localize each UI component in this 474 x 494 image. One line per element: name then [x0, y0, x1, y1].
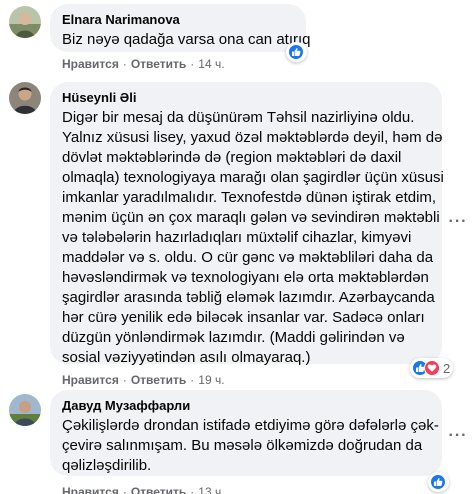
comment: Hüseynli Əli Digər bir mesaj da düşünürə… — [0, 80, 474, 387]
separator: · — [190, 57, 195, 71]
comment-line: Yalnız xüsusi lisey, yaxud özəl məktəblə… — [62, 129, 443, 146]
separator: · — [122, 373, 127, 387]
comment-line: imkanlar yaradılmalıdır. Texnofestdə dün… — [62, 189, 437, 206]
reply-button[interactable]: Ответить — [131, 484, 186, 494]
comment-actions: Нравится · Ответить · 19 ч. — [62, 372, 225, 388]
avatar[interactable] — [9, 82, 41, 114]
timestamp[interactable]: 19 ч. — [198, 372, 224, 388]
comment-bubble: Elnara Narimanova Biz nəyə qadağa varsa … — [50, 4, 311, 52]
comment: Давуд Музаффарли Çəkilişlərdə drondan is… — [0, 388, 474, 494]
thumbs-up-icon — [288, 44, 304, 60]
thumbs-up-icon — [430, 474, 446, 490]
comment-line: şagirdlər arasında təbliğ eləmək lazımdı… — [62, 289, 435, 306]
separator: · — [122, 57, 127, 71]
comment-line: Digər bir mesaj da düşünürəm Təhsil nazi… — [62, 109, 415, 126]
reaction-summary[interactable] — [286, 42, 307, 62]
comment-bubble: Давуд Музаффарли Çəkilişlərdə drondan is… — [50, 390, 442, 476]
comment-actions: Нравится · Ответить · 13 ч. — [62, 484, 225, 494]
comment-line: və tələbələrin hazırladıqları müxtəlif c… — [62, 229, 412, 246]
more-options-icon[interactable]: ··· — [446, 424, 470, 448]
comment-line: mənim üçün ən çox maraqlı gələn və sevin… — [62, 209, 440, 226]
comment-author[interactable]: Давуд Музаффарли — [62, 398, 430, 414]
comment-line: həvəsləndirmək və texnologiyanı elə orta… — [62, 269, 429, 286]
like-button[interactable]: Нравится — [62, 372, 119, 388]
reply-button[interactable]: Ответить — [131, 56, 186, 72]
comment-line: çevirə salınmışam. Bu məsələ ölkəmizdə d… — [62, 437, 423, 454]
comment-line: sosial vəziyyətindən asılı olmayaraq.) — [62, 349, 311, 366]
heart-icon — [424, 360, 440, 376]
comment: Elnara Narimanova Biz nəyə qadağa varsa … — [0, 0, 474, 80]
avatar[interactable] — [9, 6, 41, 38]
comment-line: Biz nəyə qadağa varsa ona can atırıq — [62, 31, 311, 48]
comment-line: olmaqla) texnologiyaya marağı olan şagir… — [62, 169, 444, 186]
timestamp[interactable]: 14 ч. — [198, 56, 224, 72]
comment-bubble: Hüseynli Əli Digər bir mesaj da düşünürə… — [50, 82, 444, 366]
timestamp[interactable]: 13 ч. — [198, 484, 224, 494]
reply-button[interactable]: Ответить — [131, 372, 186, 388]
comment-line: hər cürə yenilik edə biləcək insanlar va… — [62, 309, 425, 326]
comment-actions: Нравится · Ответить · 14 ч. — [62, 56, 225, 72]
comment-text: Biz nəyə qadağa varsa ona can atırıq — [62, 30, 311, 50]
avatar[interactable] — [9, 394, 41, 426]
comment-line: qəlizləşdirilib. — [62, 457, 152, 474]
comment-text: Digər bir mesaj da düşünürəm Təhsil nazi… — [62, 108, 444, 368]
comment-author[interactable]: Hüseynli Əli — [62, 90, 430, 106]
more-options-icon[interactable]: ··· — [446, 210, 470, 234]
separator: · — [122, 485, 127, 494]
comment-line: dövlət məktəblərində də (region məktəblə… — [62, 149, 402, 166]
like-button[interactable]: Нравится — [62, 484, 119, 494]
reaction-summary[interactable]: 2 — [410, 358, 454, 378]
reaction-count: 2 — [443, 360, 451, 376]
reaction-summary[interactable] — [428, 472, 449, 492]
comment-line: Çəkilişlərdə drondan istifadə etdiyimə g… — [62, 417, 439, 434]
separator: · — [190, 373, 195, 387]
like-button[interactable]: Нравится — [62, 56, 119, 72]
comment-line: maddələr və s. oldu. O cür gənc və məktə… — [62, 249, 434, 266]
separator: · — [190, 485, 195, 494]
comment-line: düzgün yönləndirmək lazımdır. (Maddi gəl… — [62, 329, 405, 346]
comment-text: Çəkilişlərdə drondan istifadə etdiyimə g… — [62, 416, 439, 476]
comment-author[interactable]: Elnara Narimanova — [62, 12, 294, 28]
